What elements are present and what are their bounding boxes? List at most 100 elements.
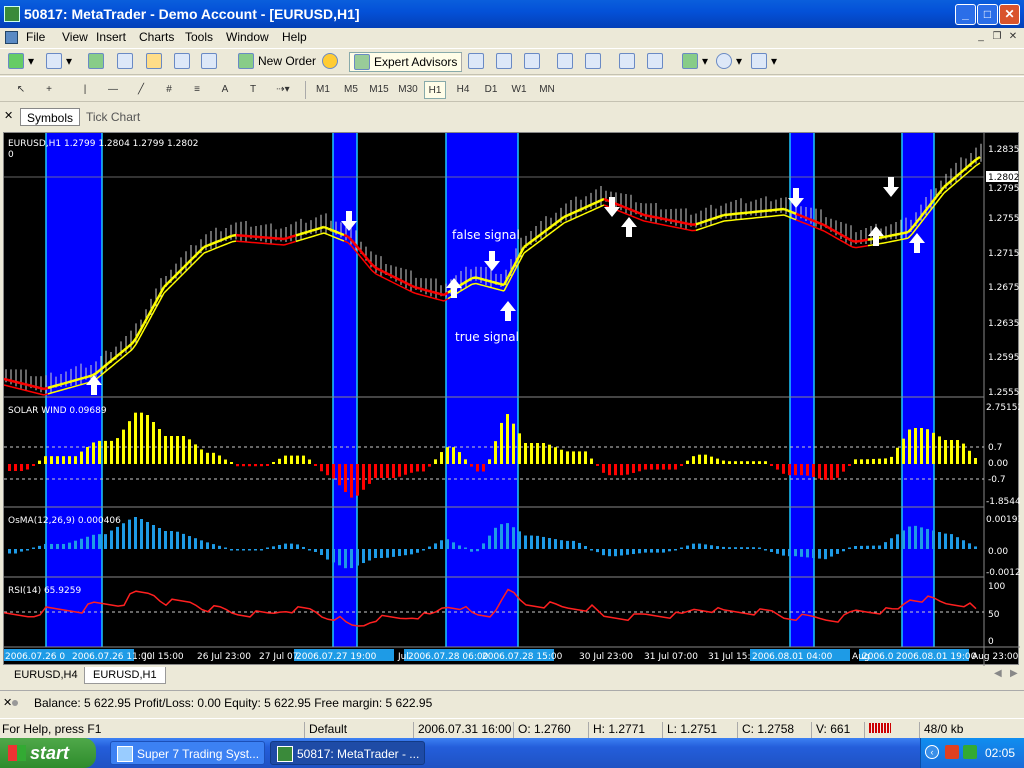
solar-wind-bar	[80, 451, 83, 464]
show-hidden-icons-icon[interactable]: ‹	[925, 745, 939, 759]
line-chart-button[interactable]	[524, 53, 540, 69]
vertical-line-tool[interactable]: |	[74, 81, 96, 99]
osma-bar	[638, 549, 641, 554]
candlestick-button[interactable]	[496, 53, 512, 69]
zoom-out-button[interactable]	[585, 53, 601, 69]
network-icon[interactable]	[963, 745, 977, 759]
equidistant-channel-tool[interactable]: #	[158, 81, 180, 99]
minimize-button[interactable]: _	[955, 4, 976, 25]
ma-segment	[895, 239, 901, 242]
solar-wind-bar	[188, 439, 191, 464]
timeframe-m5[interactable]: M5	[340, 81, 362, 99]
ma-segment	[375, 266, 381, 272]
chart-document-icon[interactable]	[5, 31, 18, 44]
fibonacci-tool[interactable]: ≡	[186, 81, 208, 99]
navigator-button[interactable]	[117, 53, 133, 69]
tabs-scroll-left-icon[interactable]: ◀	[994, 668, 1002, 679]
bar-chart-button[interactable]	[468, 53, 484, 69]
crosshair-tool[interactable]: +	[38, 81, 60, 99]
menu-view[interactable]: View	[62, 30, 88, 44]
solar-wind-bar	[392, 464, 395, 478]
mdi-restore-button[interactable]: ❐	[990, 31, 1004, 44]
ma-segment	[879, 242, 885, 245]
osma-bar	[278, 544, 281, 549]
close-button[interactable]: ✕	[999, 4, 1020, 25]
tab-symbols[interactable]: Symbols	[20, 108, 81, 126]
status-open: O: 1.2760	[513, 722, 571, 738]
terminal-button[interactable]	[174, 53, 190, 69]
osma-bar	[728, 547, 731, 549]
timeframe-h1[interactable]: H1	[424, 81, 446, 99]
taskbar-item-metatrader[interactable]: 50817: MetaTrader - ...	[270, 741, 425, 765]
menu-charts[interactable]: Charts	[139, 30, 174, 44]
timeframe-w1[interactable]: W1	[508, 81, 530, 99]
text-label-tool[interactable]: T	[242, 81, 264, 99]
new-order-button[interactable]: New Order	[238, 53, 316, 69]
osma-bar	[770, 549, 773, 552]
chart-shift-button[interactable]	[647, 53, 663, 69]
osma-bar	[836, 549, 839, 554]
tab-tick-chart[interactable]: Tick Chart	[80, 108, 146, 126]
templates-button[interactable]: ▾	[751, 53, 777, 69]
signal-zone	[790, 133, 814, 647]
start-button[interactable]: start	[0, 738, 96, 768]
status-close: C: 1.2758	[737, 722, 794, 738]
osma-bar	[20, 549, 23, 552]
ma-segment	[819, 222, 825, 227]
auto-scroll-button[interactable]	[619, 53, 635, 69]
indicators-button[interactable]: ▾	[682, 53, 708, 69]
cursor-tool[interactable]: ↖	[10, 81, 32, 99]
osma-bar	[704, 544, 707, 549]
timeframe-d1[interactable]: D1	[480, 81, 502, 99]
solar-wind-bar	[698, 454, 701, 464]
chart-window[interactable]: EURUSD,H1 1.2799 1.2804 1.2799 1.2802 0 …	[3, 132, 1020, 666]
timeframe-m1[interactable]: M1	[312, 81, 334, 99]
osma-bar	[746, 547, 749, 549]
menu-insert[interactable]: Insert	[96, 30, 126, 44]
expert-advisors-button[interactable]: Expert Advisors	[349, 52, 463, 72]
ma-segment	[707, 224, 713, 228]
solar-wind-bar	[752, 461, 755, 464]
market-watch-button[interactable]	[88, 53, 104, 69]
horizontal-line-tool[interactable]: —	[102, 81, 124, 99]
taskbar-item-label: Super 7 Trading Syst...	[137, 747, 260, 761]
osma-bar	[56, 543, 59, 549]
pencil-icon	[146, 53, 162, 69]
taskbar-item-super7[interactable]: Super 7 Trading Syst...	[110, 741, 265, 765]
solar-wind-bar	[842, 464, 845, 472]
chart-tab-eurusd-h4[interactable]: EURUSD,H4	[6, 667, 86, 684]
strategy-tester-button[interactable]	[201, 53, 217, 69]
maximize-button[interactable]: □	[977, 4, 998, 25]
timeframe-m30[interactable]: M30	[395, 81, 421, 99]
mdi-close-button[interactable]: ✕	[1006, 31, 1020, 44]
tray-app-icon[interactable]	[945, 745, 959, 759]
menu-file[interactable]: File	[26, 30, 45, 44]
menu-window[interactable]: Window	[226, 30, 269, 44]
mdi-minimize-button[interactable]: _	[974, 31, 988, 44]
zoom-in-button[interactable]	[557, 53, 573, 69]
solar-wind-bar	[968, 450, 971, 464]
profiles-button[interactable]: ▾	[46, 53, 72, 69]
chart-tab-eurusd-h1[interactable]: EURUSD,H1	[84, 667, 166, 684]
timeframe-mn[interactable]: MN	[536, 81, 558, 99]
ma-segment	[131, 337, 137, 345]
trendline-tool[interactable]: ╱	[130, 81, 152, 99]
metaeditor-button[interactable]	[322, 53, 338, 69]
new-chart-button[interactable]: ▾	[8, 53, 34, 69]
osma-bar	[260, 549, 263, 551]
menu-help[interactable]: Help	[282, 30, 307, 44]
data-window-button[interactable]	[146, 53, 162, 69]
menu-tools[interactable]: Tools	[185, 30, 213, 44]
panel-close-icon[interactable]: ✕	[4, 109, 13, 122]
ma-segment	[703, 225, 709, 229]
periods-button[interactable]: ▾	[716, 53, 742, 69]
ma-segment	[947, 185, 953, 191]
ma-segment	[855, 246, 861, 249]
timeframe-m15[interactable]: M15	[366, 81, 392, 99]
tabs-scroll-right-icon[interactable]: ▶	[1010, 668, 1018, 679]
timeframe-h4[interactable]: H4	[452, 81, 474, 99]
terminal-close-icon[interactable]: ✕	[3, 696, 12, 709]
ma-segment	[831, 228, 837, 233]
text-tool[interactable]: A	[214, 81, 236, 99]
arrows-tool[interactable]: ⇢▾	[272, 81, 294, 99]
